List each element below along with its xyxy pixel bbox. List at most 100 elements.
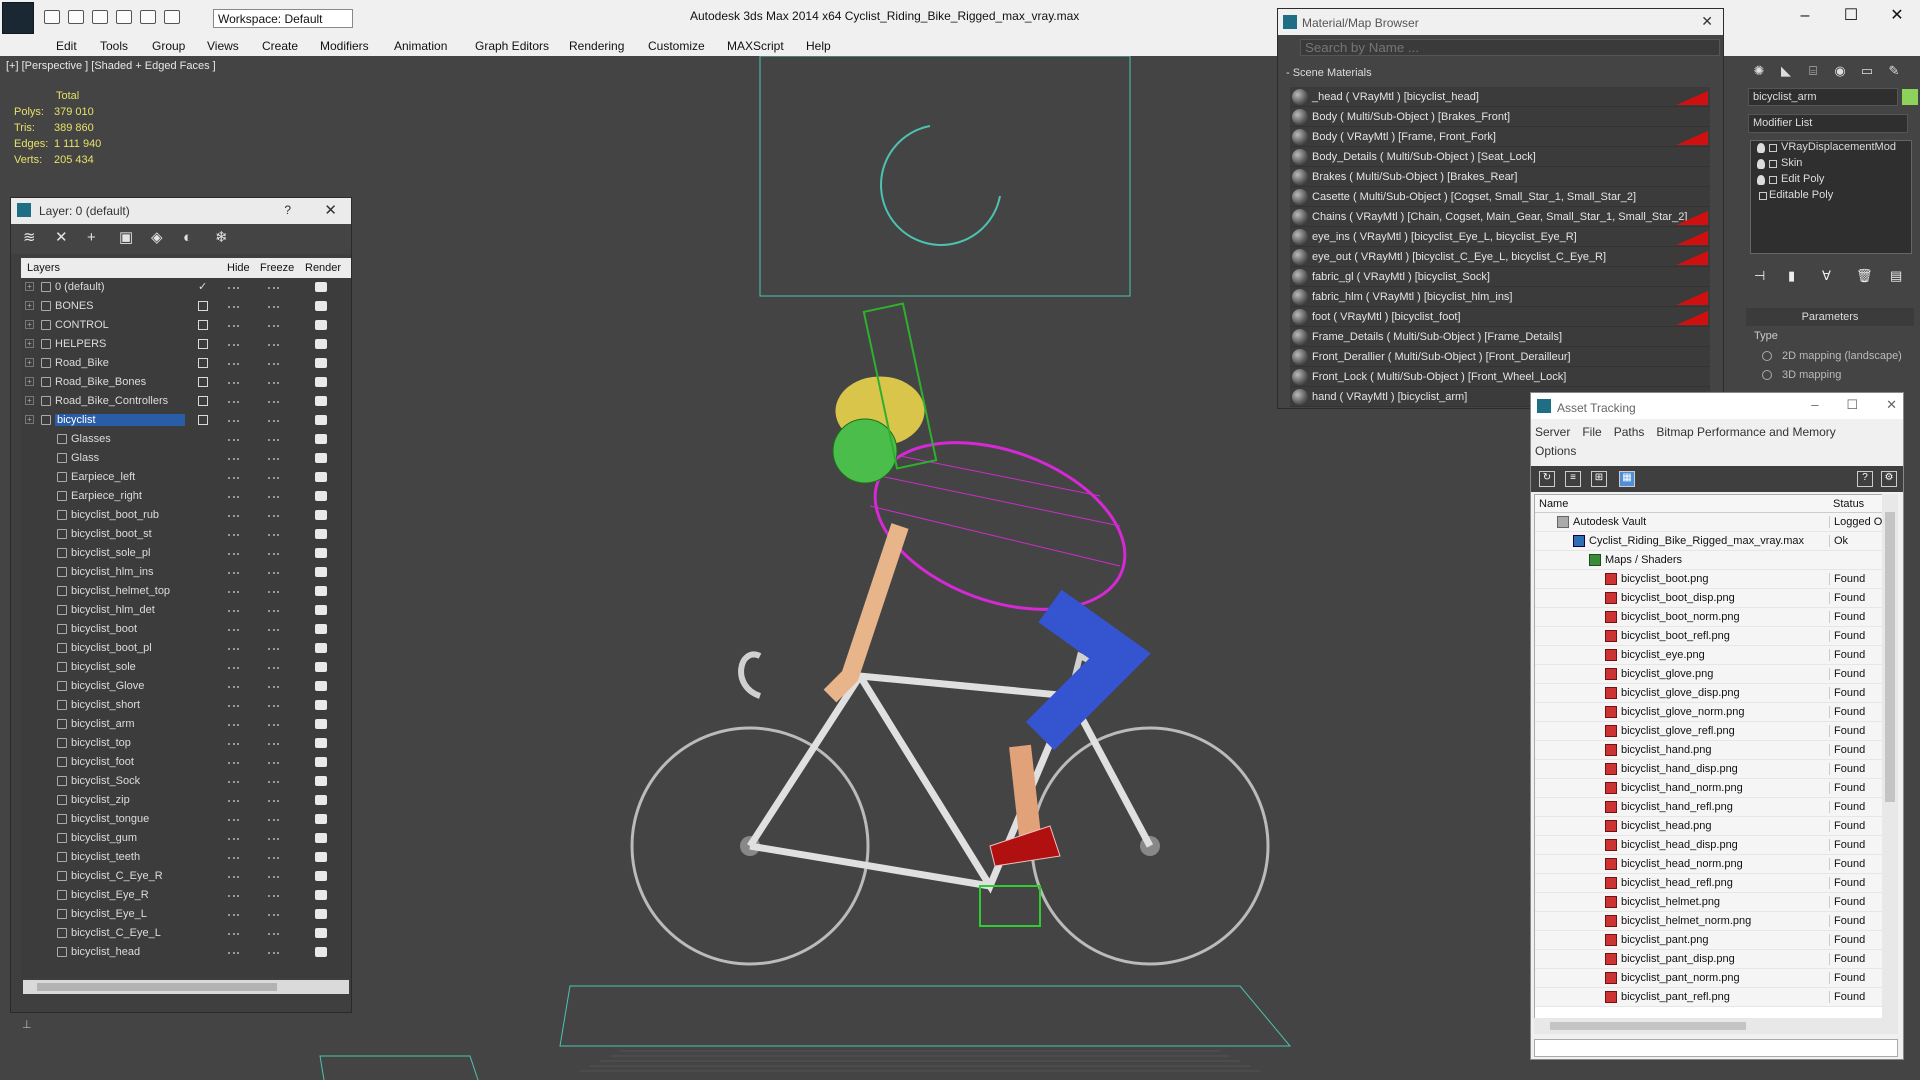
create-tab-icon[interactable]: ✺ xyxy=(1749,61,1769,81)
current-layer-checkbox[interactable] xyxy=(198,320,208,330)
tree-view-icon[interactable]: ⊞ xyxy=(1591,471,1607,487)
hide-toggle[interactable] xyxy=(228,496,239,498)
freeze-toggle[interactable] xyxy=(268,743,279,745)
asset-row[interactable]: bicyclist_boot_refl.png Found xyxy=(1535,627,1897,646)
freeze-toggle[interactable] xyxy=(268,838,279,840)
asset-row[interactable]: bicyclist_boot.png Found xyxy=(1535,570,1897,589)
layer-row[interactable]: bicyclist_C_Eye_R xyxy=(21,867,351,886)
layer-name[interactable]: bicyclist_hlm_det xyxy=(71,604,155,616)
layer-name[interactable]: bicyclist_sole_pl xyxy=(71,547,150,559)
freeze-toggle[interactable] xyxy=(268,439,279,441)
asset-row[interactable]: bicyclist_glove_norm.png Found xyxy=(1535,703,1897,722)
layer-name[interactable]: bicyclist_Sock xyxy=(71,775,140,787)
hide-toggle[interactable] xyxy=(228,800,239,802)
radio-2d-mapping[interactable] xyxy=(1762,351,1772,361)
expand-icon[interactable] xyxy=(1769,160,1777,168)
close-icon[interactable]: ✕ xyxy=(1874,0,1920,32)
delete-layer-icon[interactable]: ✕ xyxy=(55,230,71,246)
render-teapot-icon[interactable] xyxy=(315,434,327,444)
layer-name[interactable]: CONTROL xyxy=(55,319,109,331)
current-layer-checkbox[interactable] xyxy=(198,358,208,368)
current-layer-checkbox[interactable] xyxy=(198,396,208,406)
asset-menu-bitmap-performance-and-memory[interactable]: Bitmap Performance and Memory xyxy=(1656,425,1835,439)
pin-stack-icon[interactable]: ⊣ xyxy=(1754,268,1768,283)
material-row[interactable]: fabric_hlm ( VRayMtl ) [bicyclist_hlm_in… xyxy=(1290,287,1710,307)
render-teapot-icon[interactable] xyxy=(315,776,327,786)
layer-name[interactable]: bicyclist_short xyxy=(71,699,140,711)
hide-toggle[interactable] xyxy=(228,325,239,327)
render-teapot-icon[interactable] xyxy=(315,358,327,368)
render-teapot-icon[interactable] xyxy=(315,605,327,615)
layer-name[interactable]: Glasses xyxy=(71,433,111,445)
current-layer-checkbox[interactable] xyxy=(198,415,208,425)
add-to-layer-icon[interactable]: + xyxy=(87,230,103,246)
hide-toggle[interactable] xyxy=(228,553,239,555)
utilities-tab-icon[interactable]: ✎ xyxy=(1884,61,1904,81)
freeze-toggle[interactable] xyxy=(268,306,279,308)
hide-toggle[interactable] xyxy=(228,743,239,745)
menu-views[interactable]: Views xyxy=(207,39,239,53)
expand-icon[interactable] xyxy=(1759,192,1767,200)
freeze-toggle[interactable] xyxy=(268,686,279,688)
display-tab-icon[interactable]: ▭ xyxy=(1857,61,1877,81)
render-teapot-icon[interactable] xyxy=(315,871,327,881)
render-teapot-icon[interactable] xyxy=(315,795,327,805)
current-layer-checkbox[interactable] xyxy=(198,301,208,311)
lightbulb-icon[interactable] xyxy=(1757,143,1765,153)
render-teapot-icon[interactable] xyxy=(315,453,327,463)
material-search-input[interactable] xyxy=(1300,39,1720,56)
menu-animation[interactable]: Animation xyxy=(394,39,447,53)
layer-row[interactable]: bicyclist_boot xyxy=(21,620,351,639)
layer-row[interactable]: bicyclist_sole xyxy=(21,658,351,677)
render-teapot-icon[interactable] xyxy=(315,814,327,824)
layer-row[interactable]: bicyclist_C_Eye_L xyxy=(21,924,351,943)
freeze-toggle[interactable] xyxy=(268,287,279,289)
render-teapot-icon[interactable] xyxy=(315,852,327,862)
asset-row[interactable]: bicyclist_hand.png Found xyxy=(1535,741,1897,760)
layer-row[interactable]: bicyclist_short xyxy=(21,696,351,715)
render-teapot-icon[interactable] xyxy=(315,529,327,539)
layer-name[interactable]: Earpiece_right xyxy=(71,490,142,502)
freeze-toggle[interactable] xyxy=(268,382,279,384)
asset-row[interactable]: bicyclist_boot_disp.png Found xyxy=(1535,589,1897,608)
render-teapot-icon[interactable] xyxy=(315,700,327,710)
motion-tab-icon[interactable]: ◉ xyxy=(1830,61,1850,81)
undo-icon[interactable] xyxy=(116,10,132,24)
object-color-swatch[interactable] xyxy=(1902,89,1918,105)
layer-name[interactable]: bicyclist_sole xyxy=(71,661,136,673)
col-hide[interactable]: Hide xyxy=(227,262,250,274)
hide-all-icon[interactable]: ◐ xyxy=(183,230,199,246)
freeze-toggle[interactable] xyxy=(268,553,279,555)
layer-name[interactable]: Road_Bike xyxy=(55,357,109,369)
freeze-toggle[interactable] xyxy=(268,344,279,346)
layer-name[interactable]: bicyclist_C_Eye_R xyxy=(71,870,163,882)
layer-row[interactable]: bicyclist_boot_pl xyxy=(21,639,351,658)
refresh-icon[interactable]: ↻ xyxy=(1539,471,1555,487)
asset-row[interactable]: bicyclist_helmet.png Found xyxy=(1535,893,1897,912)
hide-toggle[interactable] xyxy=(228,762,239,764)
layer-row[interactable]: Earpiece_left xyxy=(21,468,351,487)
modifier-item[interactable]: VRayDisplacementMod xyxy=(1751,141,1911,157)
expand-icon[interactable] xyxy=(1769,144,1777,152)
list-view-icon[interactable]: ≡ xyxy=(1565,471,1581,487)
menu-rendering[interactable]: Rendering xyxy=(569,39,624,53)
hide-toggle[interactable] xyxy=(228,515,239,517)
table-view-icon[interactable]: ▦ xyxy=(1619,471,1635,487)
freeze-toggle[interactable] xyxy=(268,515,279,517)
freeze-toggle[interactable] xyxy=(268,667,279,669)
render-teapot-icon[interactable] xyxy=(315,624,327,634)
expand-icon[interactable]: + xyxy=(25,320,34,329)
hide-toggle[interactable] xyxy=(228,572,239,574)
asset-row[interactable]: Maps / Shaders xyxy=(1535,551,1897,570)
freeze-toggle[interactable] xyxy=(268,857,279,859)
expand-icon[interactable]: + xyxy=(25,396,34,405)
asset-row[interactable]: bicyclist_hand_disp.png Found xyxy=(1535,760,1897,779)
checkmark-icon[interactable]: ✓ xyxy=(198,280,207,293)
asset-menu-options[interactable]: Options xyxy=(1535,444,1576,458)
configure-sets-icon[interactable]: ▤ xyxy=(1890,268,1904,283)
expand-icon[interactable]: + xyxy=(25,282,34,291)
freeze-toggle[interactable] xyxy=(268,629,279,631)
layer-row[interactable]: + Road_Bike_Bones xyxy=(21,373,351,392)
layer-row[interactable]: Glasses xyxy=(21,430,351,449)
render-teapot-icon[interactable] xyxy=(315,301,327,311)
